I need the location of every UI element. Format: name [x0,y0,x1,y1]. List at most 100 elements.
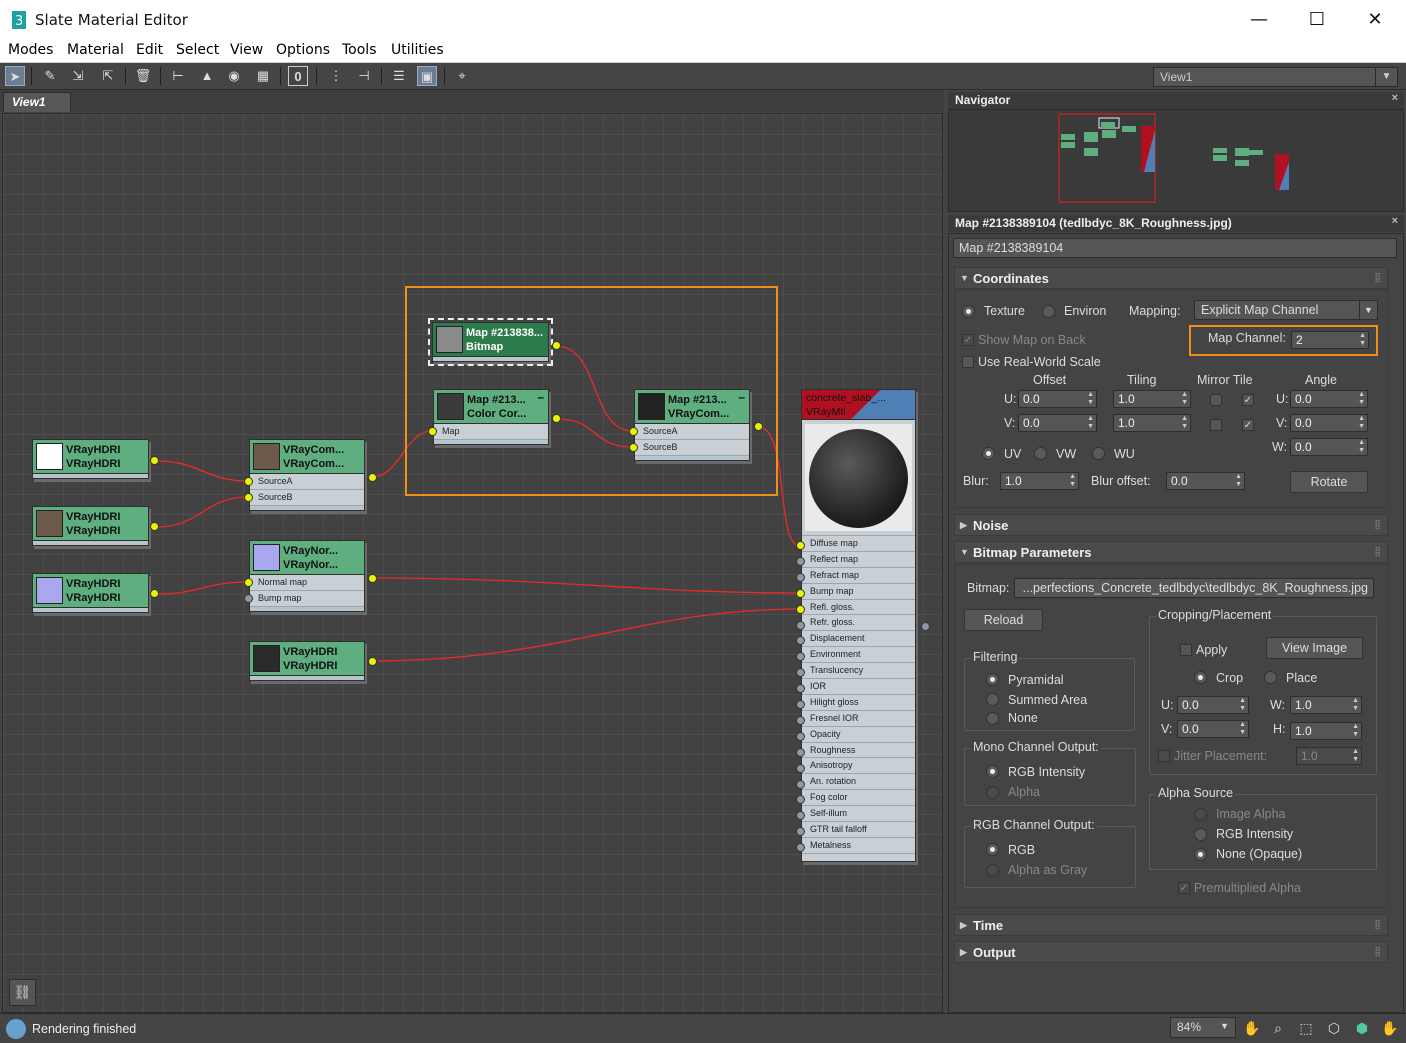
real-world-scale-checkbox[interactable] [962,356,974,368]
material-input-pin[interactable] [796,556,805,566]
material-slot[interactable]: Bump map [802,583,915,600]
output-pin[interactable] [368,473,377,482]
tile-u-checkbox[interactable]: ✓ [1242,394,1254,406]
material-slot[interactable]: Refract map [802,567,915,584]
node-bitmap[interactable]: Map #213838... Bitmap [428,318,553,366]
output-pin[interactable] [552,341,561,350]
move-children-icon[interactable]: ⊢ [168,66,188,86]
material-slot[interactable]: Anisotropy [802,758,915,775]
angle-u-spinner[interactable]: 0.0 ▲ ▼ [1290,390,1368,408]
minimize-node-icon[interactable]: – [738,390,745,404]
jitter-placement-checkbox[interactable] [1158,750,1170,762]
input-pin[interactable] [244,594,253,603]
chevron-down-icon[interactable]: ▼ [1220,1021,1229,1031]
pyramidal-radio[interactable] [986,673,999,686]
menu-edit[interactable]: Edit [136,42,163,58]
material-input-pin[interactable] [796,731,805,741]
material-slot[interactable]: Opacity [802,726,915,743]
slot-normal-map[interactable]: Normal map [250,575,364,591]
apply-checkbox[interactable] [1180,644,1192,656]
drag-handle-icon[interactable]: ⣿ [1374,519,1381,530]
material-slot[interactable]: Roughness [802,742,915,759]
blur-spinner[interactable]: 1.0 ▲ ▼ [1000,472,1079,490]
material-output-pin[interactable] [921,622,930,631]
delete-icon[interactable]: 🗑 [133,66,153,86]
environ-radio[interactable] [1042,305,1055,318]
place-radio[interactable] [1264,671,1277,684]
tile-v-checkbox[interactable]: ✓ [1242,419,1254,431]
output-pin[interactable] [754,422,763,431]
material-slot[interactable]: Refl. gloss. [802,599,915,616]
map-channel-spinner[interactable]: 2 ▲ ▼ [1291,331,1369,349]
layout-children-icon[interactable]: ⊣ [354,66,374,86]
slot-map[interactable]: Map [434,424,548,440]
minimize-node-icon[interactable]: – [537,390,544,404]
material-slot[interactable]: GTR tail falloff [802,822,915,838]
rollout-output[interactable]: ▶ Output ⣿ [954,941,1388,963]
chevron-down-icon[interactable]: ▼ [1359,301,1377,319]
drag-handle-icon[interactable]: ⣿ [1374,946,1381,957]
wu-radio[interactable] [1092,447,1105,460]
rollout-noise[interactable]: ▶ Noise ⣿ [954,514,1388,536]
alpha-as-gray-radio[interactable] [986,864,999,877]
zoom-extents-selected-icon[interactable]: ⬢ [1352,1018,1372,1038]
maximize-button[interactable]: ☐ [1288,0,1346,40]
map-name-field[interactable]: Map #2138389104 [953,238,1397,258]
jitter-spinner[interactable]: 1.0 ▲ ▼ [1296,747,1362,765]
slot-bump-map[interactable]: Bump map [250,591,364,607]
material-input-pin[interactable] [796,541,805,550]
blur-offset-spinner[interactable]: 0.0 ▲ ▼ [1166,472,1245,490]
binoculars-icon[interactable]: ⛓ [9,979,36,1006]
chevron-down-icon[interactable]: ▼ [1375,68,1397,86]
node-vraycomp-1[interactable]: VRayCom... VRayCom... SourceA SourceB [249,439,365,511]
image-alpha-radio[interactable] [1194,808,1207,821]
menu-options[interactable]: Options [276,42,330,58]
material-slot[interactable]: Fresnel IOR [802,710,915,727]
material-input-pin[interactable] [796,779,805,789]
uv-radio[interactable] [982,447,995,460]
show-map-icon[interactable]: ◉ [224,66,244,86]
select-tool-icon[interactable]: ➤ [5,66,25,86]
output-pin[interactable] [368,574,377,583]
drag-handle-icon[interactable]: ⣿ [1374,272,1381,283]
material-slot[interactable]: Diffuse map [802,536,915,552]
material-slot[interactable]: IOR [802,679,915,695]
output-pin[interactable] [150,456,159,465]
material-slot[interactable]: Environment [802,647,915,664]
material-slot[interactable]: Translucency [802,663,915,680]
node-vraycomp-2[interactable]: Map #213... VRayCom... – SourceA SourceB [634,389,750,461]
crop-radio[interactable] [1194,671,1207,684]
none-opaque-radio[interactable] [1194,848,1207,861]
hide-unused-icon[interactable]: ▲ [197,66,217,86]
material-input-pin[interactable] [796,588,805,598]
offset-v-spinner[interactable]: 0.0 ▲ ▼ [1018,414,1097,432]
parameter-editor-icon[interactable]: ▣ [417,66,437,86]
tab-view1[interactable]: View1 [3,92,71,112]
layout-vertical-icon[interactable]: ⋮ [326,66,346,86]
put-to-scene-icon[interactable]: ⇲ [68,66,88,86]
slot-sourceb[interactable]: SourceB [250,490,364,506]
output-pin[interactable] [150,522,159,531]
drag-handle-icon[interactable]: ⣿ [1374,546,1381,557]
offset-u-spinner[interactable]: 0.0 ▲ ▼ [1018,390,1097,408]
menu-view[interactable]: View [230,42,263,58]
show-map-on-back-checkbox[interactable]: ✓ [962,334,974,346]
select-by-material-icon[interactable]: ⌖ [452,66,472,86]
menu-modes[interactable]: Modes [8,42,53,58]
menu-tools[interactable]: Tools [342,42,377,58]
mirror-u-checkbox[interactable] [1210,394,1222,406]
texture-radio[interactable] [962,305,975,318]
input-pin[interactable] [629,443,638,452]
material-slot[interactable]: Hilight gloss [802,694,915,711]
view-image-button[interactable]: View Image [1266,637,1363,659]
mirror-v-checkbox[interactable] [1210,419,1222,431]
close-button[interactable]: ✕ [1346,0,1404,40]
material-input-pin[interactable] [796,620,805,630]
material-slot[interactable]: An. rotation [802,774,915,791]
node-vrayhdri-2[interactable]: VRayHDRI VRayHDRI [32,506,149,546]
menu-utilities[interactable]: Utilities [391,42,444,58]
background-icon[interactable]: ▦ [253,66,273,86]
zoom-region-icon[interactable]: ⬚ [1296,1018,1316,1038]
summed-area-radio[interactable] [986,693,999,706]
output-pin[interactable] [368,657,377,666]
